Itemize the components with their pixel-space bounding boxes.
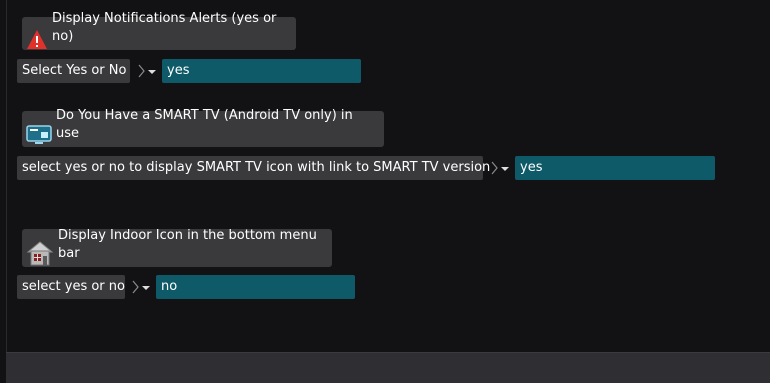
section-header-indoor: Display Indoor Icon in the bottom menu b… bbox=[22, 228, 332, 267]
section-title: Do You Have a SMART TV (Android TV only)… bbox=[56, 108, 353, 141]
left-divider bbox=[6, 0, 7, 352]
dropdown-toggle-icon[interactable] bbox=[489, 156, 513, 180]
dropdown-toggle-icon[interactable] bbox=[136, 59, 160, 83]
section-title: Display Indoor Icon in the bottom menu b… bbox=[58, 228, 317, 261]
section-header-notifications: Display Notifications Alerts (yes or no) bbox=[22, 11, 296, 50]
prompt-label: select yes or no bbox=[17, 275, 125, 299]
prompt-label: select yes or no to display SMART TV ico… bbox=[17, 156, 490, 180]
notifications-select[interactable]: yes bbox=[162, 59, 361, 83]
indoor-house-icon bbox=[26, 239, 54, 267]
smart-tv-select[interactable]: yes bbox=[515, 156, 715, 180]
warning-icon bbox=[26, 29, 48, 50]
indoor-icon-select[interactable]: no bbox=[156, 275, 355, 299]
bottom-bar bbox=[6, 352, 770, 383]
dropdown-toggle-icon[interactable] bbox=[130, 275, 154, 299]
section-title: Display Notifications Alerts (yes or no) bbox=[52, 11, 277, 44]
smart-tv-icon bbox=[26, 123, 52, 147]
section-header-smart-tv: Do You Have a SMART TV (Android TV only)… bbox=[22, 108, 384, 147]
prompt-label: Select Yes or No bbox=[17, 59, 130, 83]
